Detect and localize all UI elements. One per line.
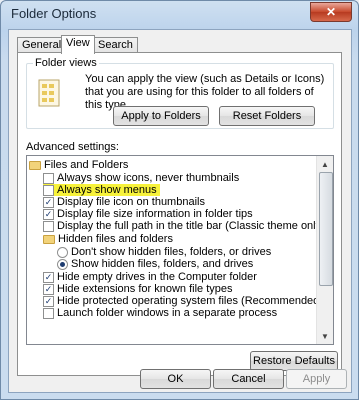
restore-defaults-button[interactable]: Restore Defaults [250,351,338,371]
ok-button[interactable]: OK [140,369,211,389]
setting-always-show-icons[interactable]: Always show icons, never thumbnails [43,172,239,184]
setting-label: Display file icon on thumbnails [57,196,205,208]
checkbox-checked[interactable]: ✓ [43,196,54,208]
cancel-button[interactable]: Cancel [213,369,284,389]
setting-dont-show-hidden[interactable]: Don't show hidden files, folders, or dri… [57,246,271,258]
setting-label: Hide empty drives in the Computer folder [57,271,257,283]
checkbox-checked[interactable]: ✓ [43,283,54,295]
tree-item-files-and-folders[interactable]: Files and Folders [29,159,128,171]
checkbox[interactable] [43,220,54,232]
radio-button[interactable] [57,246,68,258]
close-button[interactable]: ✕ [310,2,352,22]
setting-always-show-menus[interactable]: Always show menus [43,184,160,196]
tree-item-hidden-files[interactable]: Hidden files and folders [43,233,173,245]
setting-show-hidden[interactable]: Show hidden files, folders, and drives [57,258,253,270]
tree-item-label: Hidden files and folders [58,233,173,245]
folder-options-window: Folder Options ✕ General View Search Fol… [0,0,359,400]
folder-views-group: Folder views You can apply the view (suc… [26,57,334,129]
setting-label: Always show icons, never thumbnails [57,172,240,184]
tree-item-label: Files and Folders [44,159,129,171]
checkbox-checked[interactable]: ✓ [43,271,54,283]
advanced-settings-label: Advanced settings: [26,141,119,153]
tab-general[interactable]: General [17,37,67,53]
tab-search[interactable]: Search [93,37,138,53]
setting-label: Show hidden files, folders, and drives [71,258,254,270]
checkbox-checked[interactable]: ✓ [43,208,54,220]
setting-hide-protected-files[interactable]: ✓ Hide protected operating system files … [43,295,323,307]
folder-icon [43,234,55,244]
setting-label: Always show menus [57,184,157,196]
tab-view[interactable]: View [61,35,95,54]
checkbox[interactable] [43,184,54,196]
setting-label: Display the full path in the title bar (… [57,220,325,232]
setting-label: Hide protected operating system files (R… [57,295,323,307]
view-tab-panel: Folder views You can apply the view (suc… [17,52,342,376]
setting-display-full-path[interactable]: Display the full path in the title bar (… [43,220,325,232]
window-title: Folder Options [11,6,97,21]
checkbox[interactable] [43,172,54,184]
dialog-client-area: General View Search Folder views You can… [8,29,352,393]
checkbox[interactable] [43,307,54,319]
scroll-up-icon[interactable]: ▲ [318,157,332,171]
setting-label: Display file size information in folder … [57,208,253,220]
reset-folders-button[interactable]: Reset Folders [219,106,315,126]
highlight-mark: Always show menus [43,184,160,196]
scroll-down-icon[interactable]: ▼ [318,329,332,343]
setting-display-file-icon[interactable]: ✓ Display file icon on thumbnails [43,196,205,208]
setting-label: Don't show hidden files, folders, or dri… [71,246,272,258]
setting-display-file-size[interactable]: ✓ Display file size information in folde… [43,208,253,220]
apply-to-folders-button[interactable]: Apply to Folders [113,106,209,126]
close-icon: ✕ [325,5,337,19]
folder-views-legend: Folder views [33,57,99,69]
advanced-settings-tree[interactable]: Files and Folders Always show icons, nev… [26,155,334,345]
tree-scrollbar[interactable]: ▲ ▼ [316,156,333,344]
apply-button[interactable]: Apply [286,369,347,389]
title-bar[interactable]: Folder Options ✕ [1,1,358,27]
setting-launch-separate-process[interactable]: Launch folder windows in a separate proc… [43,307,277,319]
setting-label: Launch folder windows in a separate proc… [57,307,278,319]
setting-label: Hide extensions for known file types [57,283,233,295]
checkbox-checked[interactable]: ✓ [43,295,54,307]
folder-icon [29,160,41,170]
folder-views-icon [38,79,60,107]
scroll-thumb[interactable] [319,172,333,286]
setting-hide-empty-drives[interactable]: ✓ Hide empty drives in the Computer fold… [43,271,257,283]
setting-hide-extensions[interactable]: ✓ Hide extensions for known file types [43,283,232,295]
radio-button-selected[interactable] [57,258,68,270]
